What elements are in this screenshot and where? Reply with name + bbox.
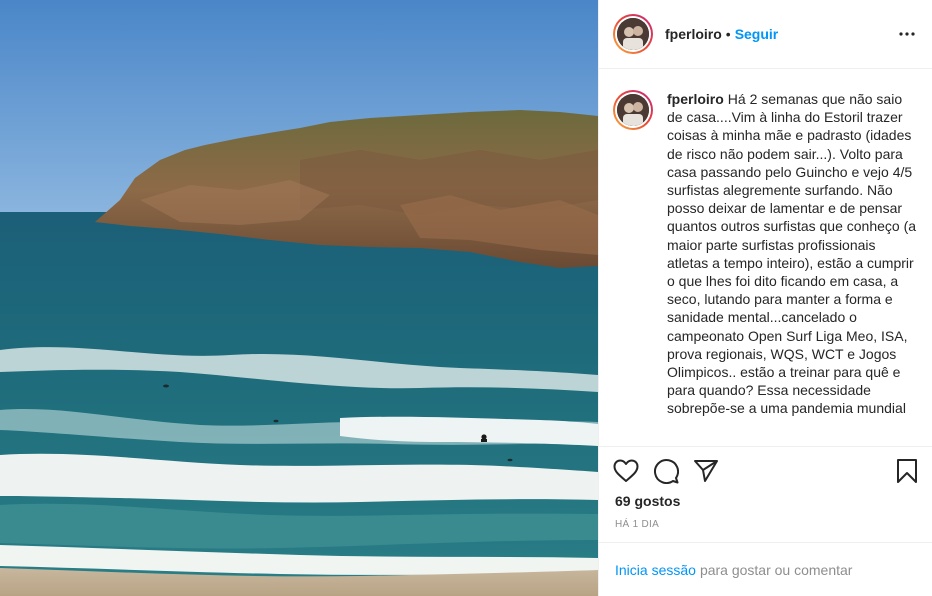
avatar-photo [617, 18, 649, 50]
post-side-panel: fperloiro • Seguir fperloiro Há 2 semana… [598, 0, 932, 596]
follow-button[interactable]: Seguir [735, 26, 779, 42]
header-username[interactable]: fperloiro [665, 26, 722, 42]
login-prompt: Inicia sessão para gostar ou comentar [599, 542, 932, 596]
post-photo[interactable] [0, 0, 598, 596]
heart-icon[interactable] [612, 457, 640, 485]
caption-username[interactable]: fperloiro [667, 91, 724, 107]
actions-bar: 69 gostos HÁ 1 DIA [599, 446, 932, 542]
action-icons-row [599, 457, 932, 487]
login-link[interactable]: Inicia sessão [615, 562, 696, 578]
caption-avatar[interactable] [613, 90, 653, 130]
bookmark-icon[interactable] [893, 457, 921, 485]
post-header: fperloiro • Seguir [599, 0, 932, 69]
beach-landscape-image [0, 0, 598, 596]
caption-text: fperloiro Há 2 semanas que não saio de ca… [667, 90, 917, 445]
more-options-icon[interactable] [895, 22, 919, 46]
caption-area: fperloiro Há 2 semanas que não saio de ca… [599, 70, 932, 445]
post-timestamp[interactable]: HÁ 1 DIA [615, 519, 659, 530]
caption-avatar-photo [617, 94, 649, 126]
caption-body: Há 2 semanas que não saio de casa....Vim… [667, 91, 917, 417]
avatar[interactable] [613, 14, 653, 54]
comment-icon[interactable] [652, 457, 680, 485]
login-prompt-text: para gostar ou comentar [699, 561, 853, 578]
header-separator: • [725, 26, 731, 42]
likes-count[interactable]: 69 gostos [615, 493, 680, 509]
paper-plane-icon[interactable] [692, 457, 720, 485]
instagram-post: fperloiro • Seguir fperloiro Há 2 semana… [0, 0, 932, 596]
